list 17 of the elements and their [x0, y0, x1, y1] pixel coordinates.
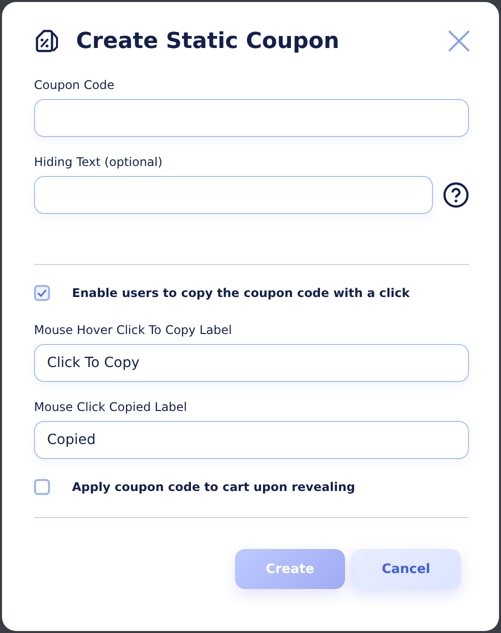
dialog-title: Create Static Coupon	[76, 28, 340, 54]
field-label: Hiding Text (optional)	[34, 155, 164, 169]
checkbox[interactable]	[34, 479, 50, 495]
input-field[interactable]	[34, 99, 469, 137]
input-field[interactable]: Click To Copy	[34, 344, 469, 382]
field-label: Coupon Code	[34, 78, 116, 92]
checkbox-label: Enable users to copy the coupon code with a click	[72, 286, 410, 300]
check-icon	[37, 288, 47, 298]
checkbox-label: Apply coupon code to cart upon revealing	[72, 480, 356, 494]
help-icon[interactable]	[443, 182, 469, 208]
cancel-button[interactable]: Cancel	[351, 549, 461, 589]
coupon-tag-icon	[34, 28, 60, 54]
input-field[interactable]: Copied	[34, 421, 469, 459]
input-field[interactable]	[34, 176, 433, 214]
field-label: Mouse Click Copied Label	[34, 400, 188, 414]
checkbox[interactable]	[34, 285, 50, 301]
field-label: Mouse Hover Click To Copy Label	[34, 323, 233, 337]
